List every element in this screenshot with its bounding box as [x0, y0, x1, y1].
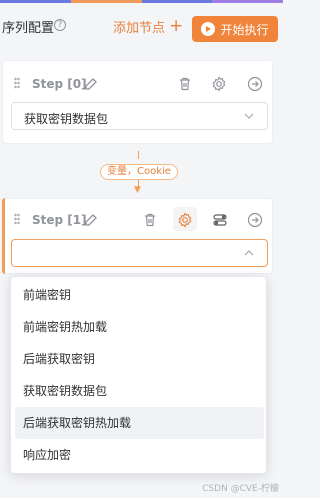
edit-icon[interactable]	[82, 75, 100, 93]
add-node-button[interactable]: 添加节点 +	[113, 16, 184, 37]
step-card-0: Step [0] 获取密钥数据包	[2, 60, 273, 144]
dropdown-option[interactable]: 前端密钥热加载	[15, 311, 264, 343]
step-select[interactable]	[11, 239, 268, 267]
dropdown-option[interactable]: 获取密钥数据包	[15, 375, 264, 407]
dropdown-option[interactable]: 后端获取密钥	[15, 343, 264, 375]
arrow-right-circle-icon[interactable]	[246, 75, 264, 93]
active-accent-bar	[2, 198, 5, 274]
drag-handle-icon[interactable]	[14, 213, 20, 225]
step-card-1: Step [1]	[2, 198, 273, 274]
page-title: 序列配置	[2, 21, 55, 36]
watermark: CSDN @CVE-柠檬	[202, 484, 279, 494]
step-select-dropdown: 前端密钥 前端密钥热加载 后端获取密钥 获取密钥数据包 后端获取密钥热加载 响应…	[10, 276, 267, 474]
dropdown-option[interactable]: 响应加密	[15, 439, 264, 471]
header: 序列配置 ? 添加节点 + 开始执行	[0, 3, 283, 47]
help-icon[interactable]: ?	[54, 19, 66, 31]
start-run-button[interactable]: 开始执行	[192, 16, 278, 42]
plus-icon: +	[169, 16, 184, 36]
settings-gear-icon[interactable]	[176, 211, 194, 229]
arrow-right-circle-icon[interactable]	[246, 211, 264, 229]
chevron-up-icon	[243, 247, 255, 259]
start-run-label: 开始执行	[220, 22, 269, 37]
play-icon	[201, 22, 216, 36]
dropdown-option[interactable]: 前端密钥	[15, 279, 264, 311]
settings-gear-icon[interactable]	[210, 75, 228, 93]
step-label: Step [1]	[32, 213, 87, 227]
step-select-value: 获取密钥数据包	[24, 112, 109, 126]
add-node-label: 添加节点	[113, 21, 166, 36]
edit-icon[interactable]	[82, 211, 100, 229]
connector-line-top	[138, 151, 139, 159]
drag-handle-icon[interactable]	[14, 77, 20, 89]
delete-icon[interactable]	[176, 75, 194, 93]
variable-cookie-tag[interactable]: 变量，Cookie	[100, 164, 178, 180]
connector-arrow-down-icon: ▼	[134, 185, 141, 195]
dropdown-option[interactable]: 后端获取密钥热加载	[15, 407, 264, 439]
step-label: Step [0]	[32, 77, 87, 91]
chevron-down-icon	[243, 110, 255, 122]
toggle-icon[interactable]	[211, 211, 229, 229]
step-select[interactable]: 获取密钥数据包	[11, 102, 268, 130]
delete-icon[interactable]	[141, 211, 159, 229]
